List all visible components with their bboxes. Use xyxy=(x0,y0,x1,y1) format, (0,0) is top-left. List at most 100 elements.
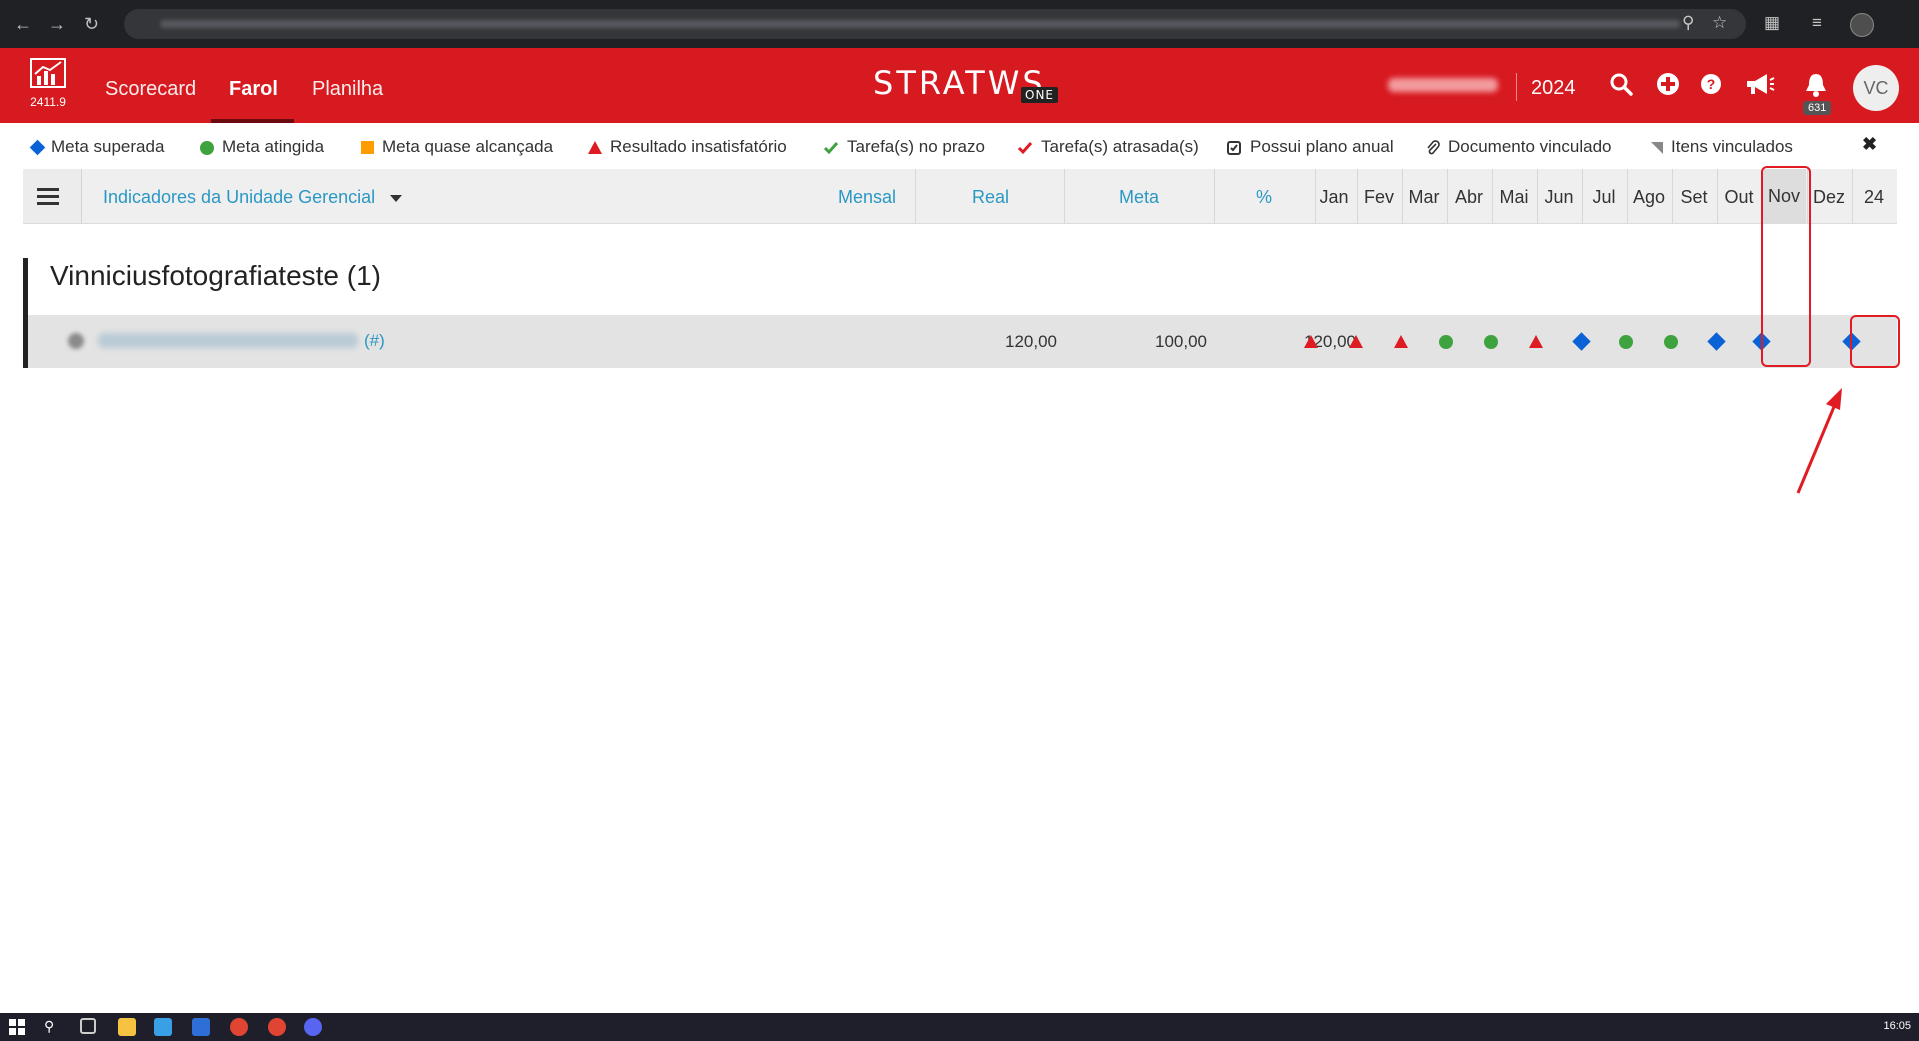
tab-farol[interactable]: Farol xyxy=(229,78,278,101)
reload-icon[interactable]: ↻ xyxy=(84,14,99,35)
table-row[interactable]: (#) 120,00 100,00 120,00 xyxy=(28,315,1897,368)
corner-flag-icon xyxy=(1651,141,1663,154)
header-divider xyxy=(1516,73,1517,101)
check-green-icon xyxy=(823,141,839,154)
table-header: Indicadores da Unidade Gerencial Mensal … xyxy=(23,169,1897,224)
year-selector[interactable]: 2024 xyxy=(1531,77,1576,100)
search-taskbar-icon[interactable]: ⚲ xyxy=(44,1018,62,1036)
tab-planilha[interactable]: Planilha xyxy=(312,78,383,101)
back-icon[interactable]: ← xyxy=(14,14,32,35)
month-abr: Abr xyxy=(1454,187,1483,207)
circle-status-icon xyxy=(1619,334,1633,349)
check-red-icon xyxy=(1017,141,1033,154)
triangle-status-icon xyxy=(1394,335,1408,348)
caret-down-icon xyxy=(390,194,403,202)
star-icon[interactable]: ☆ xyxy=(1712,13,1727,33)
status-cell-mar[interactable] xyxy=(1379,315,1423,368)
browser-chrome: ← → ↻ ⚲ ☆ ▦ ≡ xyxy=(0,0,1919,48)
chart-logo-icon xyxy=(30,58,66,88)
forward-icon[interactable]: → xyxy=(48,14,66,35)
clock: 16:05 xyxy=(1883,1020,1911,1032)
month-24-annual: 24 xyxy=(1863,187,1885,207)
legend-documento-vinculado: Documento vinculado xyxy=(1426,137,1611,157)
legend-tarefas-atrasadas: Tarefa(s) atrasada(s) xyxy=(1017,137,1199,157)
windows-start-icon[interactable] xyxy=(8,1018,26,1036)
triangle-status-icon xyxy=(1304,335,1318,348)
periodicity-selector[interactable]: Mensal xyxy=(838,187,896,208)
calendar-check-icon xyxy=(1227,140,1241,155)
brand-suffix: ONE xyxy=(1021,87,1059,103)
circle-status-icon xyxy=(1664,334,1678,349)
highlight-annual-cell xyxy=(1850,315,1900,368)
store-icon[interactable] xyxy=(154,1018,172,1036)
address-bar[interactable] xyxy=(124,9,1746,39)
status-cell-jan[interactable] xyxy=(1289,315,1333,368)
triangle-icon xyxy=(588,141,602,155)
add-icon[interactable] xyxy=(1656,72,1680,96)
extensions-icon[interactable]: ▦ xyxy=(1764,13,1780,33)
month-mar: Mar xyxy=(1408,187,1440,207)
legend-resultado-insatisfatorio: Resultado insatisfatório xyxy=(588,137,787,157)
task-view-icon[interactable] xyxy=(80,1018,96,1034)
legend-meta-quase: Meta quase alcançada xyxy=(361,137,553,157)
user-avatar[interactable]: VC xyxy=(1853,65,1899,111)
circle-icon xyxy=(200,140,214,155)
brand-logo: STRATWS ONE xyxy=(873,64,1059,103)
url-text-blurred xyxy=(160,20,1680,28)
app-version: 2411.9 xyxy=(30,95,66,109)
month-mai: Mai xyxy=(1499,187,1529,207)
status-cell-ago[interactable] xyxy=(1604,315,1648,368)
app-header: 2411.9 Scorecard Farol Planilha STRATWS … xyxy=(0,48,1919,123)
legend-itens-vinculados: Itens vinculados xyxy=(1651,137,1793,157)
status-cell-jun[interactable] xyxy=(1514,315,1558,368)
unit-dropdown[interactable]: Indicadores da Unidade Gerencial xyxy=(103,187,403,208)
month-jan: Jan xyxy=(1319,187,1349,207)
diamond-icon xyxy=(29,139,46,156)
circle-status-icon xyxy=(1439,334,1453,349)
col-real: Real xyxy=(972,187,1010,207)
status-cell-abr[interactable] xyxy=(1424,315,1468,368)
status-cell-jul[interactable] xyxy=(1559,315,1603,368)
tab-scorecard[interactable]: Scorecard xyxy=(105,78,196,101)
month-jul: Jul xyxy=(1592,187,1616,207)
status-cell-set[interactable] xyxy=(1649,315,1693,368)
legend-meta-superada: Meta superada xyxy=(29,137,164,157)
discord-icon[interactable] xyxy=(304,1018,322,1036)
legend-bar: Meta superada Meta atingida Meta quase a… xyxy=(0,123,1919,169)
svg-text:?: ? xyxy=(1707,76,1716,92)
red-arrow-annotation xyxy=(1796,388,1842,494)
status-cell-mai[interactable] xyxy=(1469,315,1513,368)
media-icon[interactable]: ≡ xyxy=(1812,13,1822,33)
close-legend-icon[interactable]: ✖ xyxy=(1862,134,1877,155)
app-logo[interactable]: 2411.9 xyxy=(28,58,68,109)
browser-profile-avatar[interactable] xyxy=(1850,13,1874,37)
hamburger-menu-button[interactable] xyxy=(23,169,82,223)
bell-icon[interactable] xyxy=(1804,72,1828,98)
triangle-status-icon xyxy=(1349,335,1363,348)
megaphone-icon[interactable] xyxy=(1745,72,1775,96)
status-cell-fev[interactable] xyxy=(1334,315,1378,368)
mail-icon[interactable] xyxy=(192,1018,210,1036)
chrome-icon[interactable] xyxy=(230,1018,248,1036)
col-meta: Meta xyxy=(1119,187,1160,207)
circle-status-icon xyxy=(1484,334,1498,349)
legend-plano-anual: Possui plano anual xyxy=(1226,137,1394,157)
file-explorer-icon[interactable] xyxy=(118,1018,136,1036)
month-out: Out xyxy=(1724,187,1754,207)
indicator-code-link[interactable]: (#) xyxy=(364,331,385,351)
diamond-status-icon xyxy=(1706,332,1726,351)
status-cell-out[interactable] xyxy=(1694,315,1738,368)
notification-badge: 631 xyxy=(1803,101,1832,115)
search-icon[interactable] xyxy=(1609,72,1633,96)
indicator-name-blurred[interactable] xyxy=(98,333,358,348)
brand-name: STRATWS xyxy=(873,64,1046,102)
chrome-profile-icon[interactable] xyxy=(268,1018,286,1036)
square-icon xyxy=(361,141,374,155)
group-title: Vinniciusfotografiateste (1) xyxy=(50,260,381,291)
username-blurred[interactable] xyxy=(1388,78,1498,92)
cell-meta: 100,00 xyxy=(1155,332,1207,351)
help-icon[interactable]: ? xyxy=(1699,72,1723,96)
month-set: Set xyxy=(1680,187,1708,207)
month-dez: Dez xyxy=(1812,187,1845,207)
zoom-icon[interactable]: ⚲ xyxy=(1682,13,1694,33)
